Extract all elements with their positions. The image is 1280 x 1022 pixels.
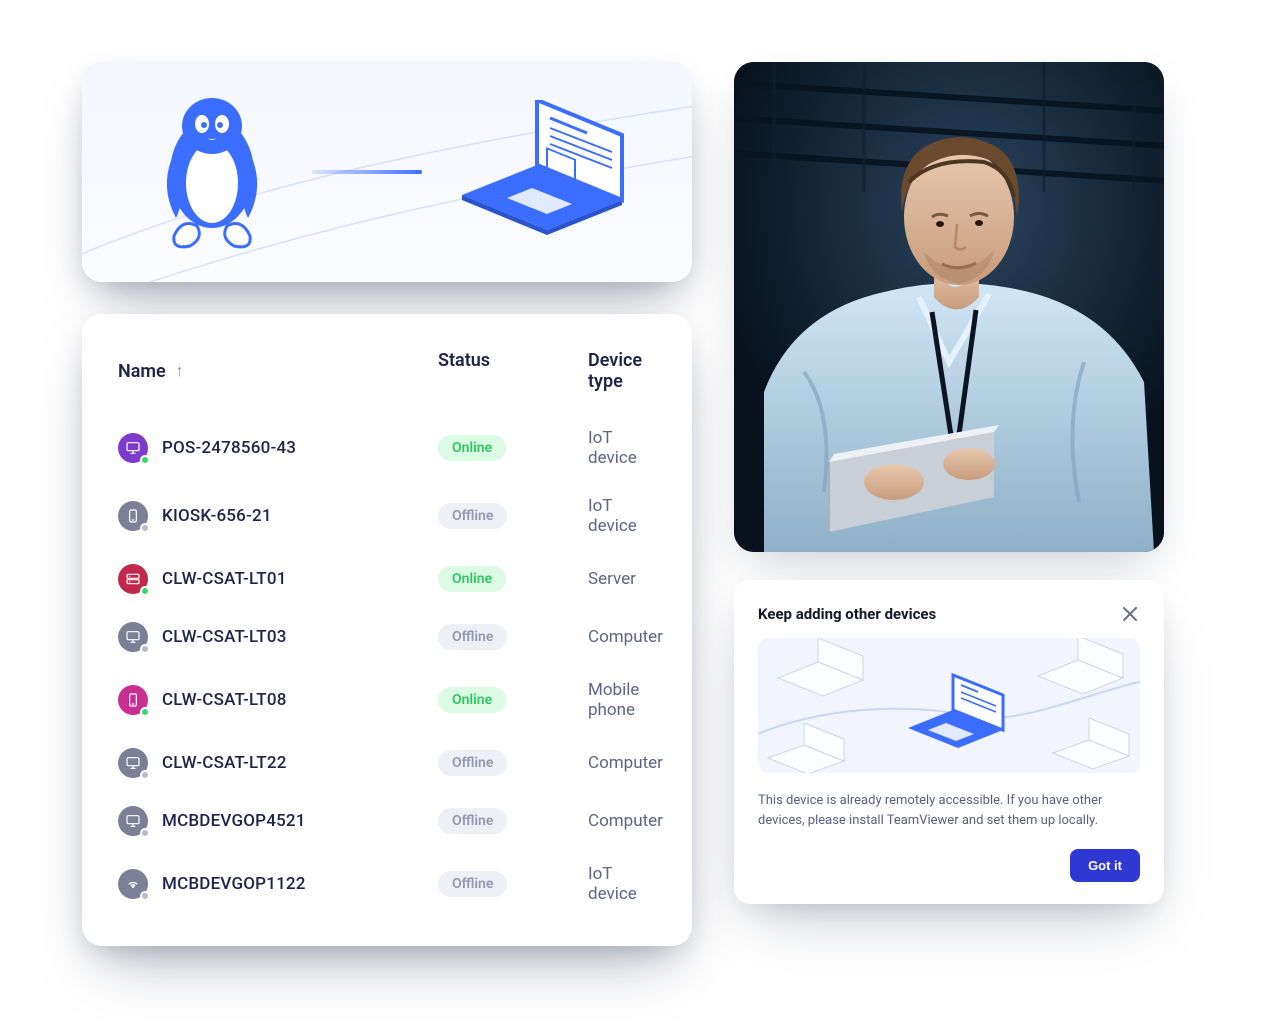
cell-status: Offline (438, 871, 588, 897)
cell-status: Offline (438, 624, 588, 650)
table-body: POS-2478560-43 Online IoT device KIOSK-6… (118, 414, 656, 918)
status-badge: Offline (438, 503, 507, 529)
table-header-row: Name ↑ Status Device type (118, 350, 656, 414)
status-badge: Offline (438, 750, 507, 776)
dialog-footer: Got it (758, 849, 1140, 882)
table-row[interactable]: MCBDEVGOP1122 Offline IoT device (118, 850, 656, 918)
cell-name: CLW-CSAT-LT08 (118, 685, 438, 715)
device-type-icon (118, 622, 148, 652)
cell-device-type: Computer (588, 753, 663, 773)
hero-banner (82, 62, 692, 282)
cell-status: Offline (438, 750, 588, 776)
photo-card (734, 62, 1164, 552)
device-type-icon (118, 564, 148, 594)
cell-name: CLW-CSAT-LT01 (118, 564, 438, 594)
cell-status: Online (438, 687, 588, 713)
cell-name: CLW-CSAT-LT03 (118, 622, 438, 652)
column-header-name-label: Name (118, 361, 166, 382)
status-dot-icon (140, 455, 150, 465)
status-dot-icon (140, 891, 150, 901)
status-dot-icon (140, 586, 150, 596)
table-row[interactable]: MCBDEVGOP4521 Offline Computer (118, 792, 656, 850)
device-name-label: CLW-CSAT-LT01 (162, 569, 287, 589)
device-name-label: MCBDEVGOP1122 (162, 874, 306, 894)
dialog-title: Keep adding other devices (758, 605, 936, 623)
dialog-body-text: This device is already remotely accessib… (758, 791, 1140, 831)
cell-device-type: Mobile phone (588, 680, 656, 720)
device-type-icon (118, 748, 148, 778)
cell-name: MCBDEVGOP1122 (118, 869, 438, 899)
cell-status: Offline (438, 808, 588, 834)
status-badge: Online (438, 435, 506, 461)
status-dot-icon (140, 770, 150, 780)
status-dot-icon (140, 828, 150, 838)
cell-name: KIOSK-656-21 (118, 501, 438, 531)
status-dot-icon (140, 707, 150, 717)
status-badge: Online (438, 566, 506, 592)
column-header-name[interactable]: Name ↑ (118, 350, 438, 392)
device-type-icon (118, 806, 148, 836)
cell-name: POS-2478560-43 (118, 433, 438, 463)
linux-penguin-icon (142, 88, 282, 257)
device-name-label: POS-2478560-43 (162, 438, 296, 458)
got-it-button[interactable]: Got it (1070, 849, 1140, 882)
cell-status: Offline (438, 503, 588, 529)
cell-name: CLW-CSAT-LT22 (118, 748, 438, 778)
cell-name: MCBDEVGOP4521 (118, 806, 438, 836)
device-name-label: KIOSK-656-21 (162, 506, 272, 526)
status-badge: Offline (438, 808, 507, 834)
cell-status: Online (438, 435, 588, 461)
cell-status: Online (438, 566, 588, 592)
table-row[interactable]: KIOSK-656-21 Offline IoT device (118, 482, 656, 550)
cell-device-type: Computer (588, 627, 663, 647)
status-dot-icon (140, 644, 150, 654)
status-badge: Online (438, 687, 506, 713)
device-name-label: CLW-CSAT-LT03 (162, 627, 287, 647)
device-type-icon (118, 433, 148, 463)
connector-line (312, 170, 422, 174)
column-header-status[interactable]: Status (438, 350, 588, 392)
add-devices-dialog: Keep adding other devices (734, 580, 1164, 904)
table-row[interactable]: CLW-CSAT-LT22 Offline Computer (118, 734, 656, 792)
status-badge: Offline (438, 624, 507, 650)
device-type-icon (118, 501, 148, 531)
device-name-label: CLW-CSAT-LT08 (162, 690, 287, 710)
table-row[interactable]: CLW-CSAT-LT03 Offline Computer (118, 608, 656, 666)
cell-device-type: Computer (588, 811, 663, 831)
cell-device-type: IoT device (588, 864, 656, 904)
dialog-header: Keep adding other devices (758, 604, 1140, 624)
status-dot-icon (140, 523, 150, 533)
status-badge: Offline (438, 871, 507, 897)
table-row[interactable]: CLW-CSAT-LT08 Online Mobile phone (118, 666, 656, 734)
table-row[interactable]: POS-2478560-43 Online IoT device (118, 414, 656, 482)
cell-device-type: Server (588, 569, 656, 589)
device-table-card: Name ↑ Status Device type POS-2478560-43… (82, 314, 692, 946)
column-header-type[interactable]: Device type (588, 350, 656, 392)
device-name-label: CLW-CSAT-LT22 (162, 753, 287, 773)
sort-ascending-icon: ↑ (176, 361, 184, 381)
table-row[interactable]: CLW-CSAT-LT01 Online Server (118, 550, 656, 608)
laptop-icon (452, 100, 632, 244)
device-type-icon (118, 685, 148, 715)
close-icon[interactable] (1120, 604, 1140, 624)
dialog-illustration (758, 638, 1140, 773)
cell-device-type: IoT device (588, 496, 656, 536)
device-name-label: MCBDEVGOP4521 (162, 811, 306, 831)
device-type-icon (118, 869, 148, 899)
cell-device-type: IoT device (588, 428, 656, 468)
